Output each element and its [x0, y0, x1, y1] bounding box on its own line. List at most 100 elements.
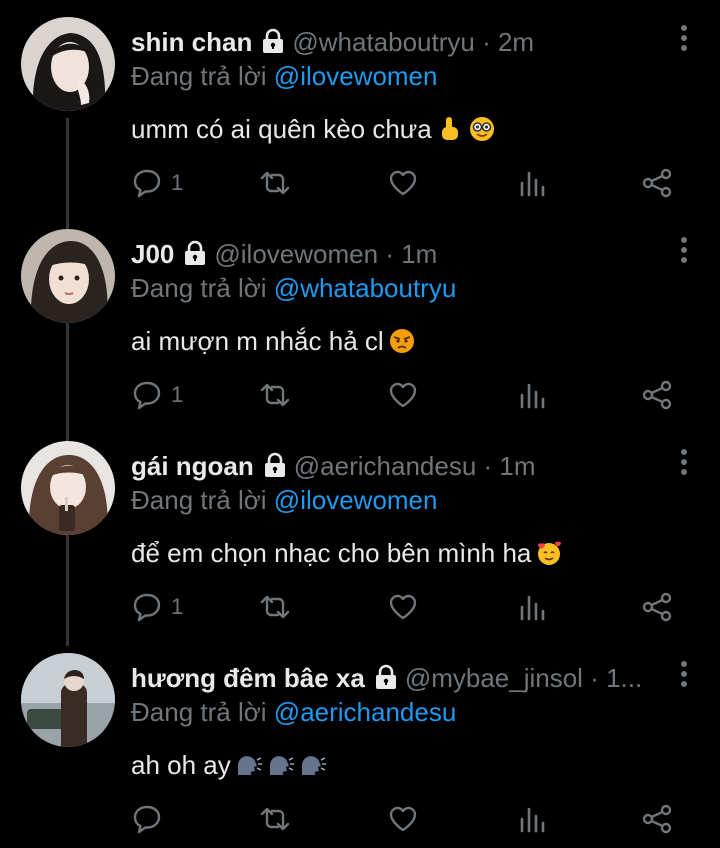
tweet-text: để em chọn nhạc cho bên mình ha — [131, 536, 563, 570]
tweet-actions: 1 — [131, 165, 691, 201]
like-button[interactable] — [387, 589, 419, 625]
views-button[interactable] — [517, 801, 547, 837]
more-options-icon[interactable] — [678, 658, 690, 692]
views-button[interactable] — [517, 165, 547, 201]
share-button[interactable] — [641, 589, 673, 625]
tweet-actions: 1 — [131, 377, 691, 413]
replying-to-mention[interactable]: @whataboutryu — [274, 273, 457, 303]
replying-to: Đang trả lời @ilovewomen — [131, 59, 437, 93]
replying-to: Đang trả lời @aerichandesu — [131, 695, 456, 729]
views-button[interactable] — [517, 589, 547, 625]
display-name[interactable]: hương đêm bâe xa — [131, 663, 365, 693]
reply-count: 1 — [171, 382, 184, 407]
user-handle[interactable]: @whataboutryu — [292, 27, 475, 57]
reply-count: 1 — [171, 170, 184, 195]
tweet-text: umm có ai quên kèo chưa — [131, 112, 496, 146]
timestamp: · 1m — [385, 239, 438, 269]
share-icon — [642, 804, 672, 834]
tweet-header: J00 @ilovewomen · 1m — [131, 236, 666, 272]
more-options-icon[interactable] — [678, 22, 690, 56]
lock-icon — [373, 663, 399, 696]
nerd-face-emoji — [468, 115, 496, 143]
reply-button[interactable] — [131, 801, 171, 837]
share-icon — [642, 592, 672, 622]
replying-to-mention[interactable]: @ilovewomen — [274, 61, 438, 91]
user-handle[interactable]: @ilovewomen — [214, 239, 378, 269]
retweet-button[interactable] — [258, 165, 292, 201]
tweet-2[interactable]: J00 @ilovewomen · 1m Đang trả lời @whatab… — [0, 212, 720, 424]
replying-to-label: Đang trả lời — [131, 273, 267, 303]
heart-icon — [389, 170, 417, 196]
retweet-icon — [260, 383, 290, 407]
like-button[interactable] — [387, 801, 419, 837]
views-button[interactable] — [517, 377, 547, 413]
display-name[interactable]: J00 — [131, 239, 174, 269]
tweet-body: ai mượn m nhắc hả cl — [131, 326, 384, 356]
like-button[interactable] — [387, 377, 419, 413]
share-button[interactable] — [641, 801, 673, 837]
share-button[interactable] — [641, 377, 673, 413]
retweet-icon — [260, 807, 290, 831]
replying-to-label: Đang trả lời — [131, 61, 267, 91]
share-button[interactable] — [641, 165, 673, 201]
retweet-button[interactable] — [258, 377, 292, 413]
like-button[interactable] — [387, 165, 419, 201]
replying-to-label: Đang trả lời — [131, 485, 267, 515]
timestamp: · 1m — [483, 451, 536, 481]
tweet-1[interactable]: shin chan @whataboutryu · 2m Đang trả lời… — [0, 0, 720, 212]
tweet-emojis — [384, 326, 416, 356]
timestamp: · 2m — [482, 27, 535, 57]
tweet-text: ai mượn m nhắc hả cl — [131, 324, 416, 358]
reply-icon — [133, 381, 161, 410]
tweet-3[interactable]: gái ngoan @aerichandesu · 1m Đang trả lời… — [0, 424, 720, 636]
speaking-head-emoji — [235, 751, 263, 779]
smiling-face-with-hearts-emoji — [535, 539, 563, 567]
display-name[interactable]: gái ngoan — [131, 451, 254, 481]
tweet-emojis — [531, 538, 563, 568]
reply-icon — [133, 593, 161, 622]
tweet-actions — [131, 801, 691, 837]
retweet-button[interactable] — [258, 801, 292, 837]
bar-chart-icon — [520, 171, 545, 197]
user-handle[interactable]: @aerichandesu — [294, 451, 477, 481]
retweet-icon — [260, 595, 290, 619]
tweet-actions: 1 — [131, 589, 691, 625]
replying-to-mention[interactable]: @aerichandesu — [274, 697, 457, 727]
reply-button[interactable]: 1 — [131, 165, 183, 201]
replying-to: Đang trả lời @whataboutryu — [131, 271, 456, 305]
bar-chart-icon — [520, 383, 545, 409]
tweet-text: ah oh ay — [131, 748, 327, 782]
avatar[interactable] — [21, 17, 115, 111]
more-options-icon[interactable] — [678, 234, 690, 268]
more-options-icon[interactable] — [678, 446, 690, 480]
reply-icon — [133, 169, 161, 198]
avatar[interactable] — [21, 229, 115, 323]
tweet-body: để em chọn nhạc cho bên mình ha — [131, 538, 532, 568]
heart-icon — [389, 382, 417, 408]
bar-chart-icon — [520, 595, 545, 621]
replying-to: Đang trả lời @ilovewomen — [131, 483, 437, 517]
tweet-body: umm có ai quên kèo chưa — [131, 114, 432, 144]
display-name[interactable]: shin chan — [131, 27, 252, 57]
pointing-up-emoji — [436, 115, 464, 143]
tweet-4[interactable]: hương đêm bâe xa @mybae_jinsol · 1... Đan… — [0, 636, 720, 848]
lock-icon — [262, 451, 288, 484]
heart-icon — [389, 594, 417, 620]
tweet-header: gái ngoan @aerichandesu · 1m — [131, 448, 666, 484]
share-icon — [642, 168, 672, 198]
tweet-emojis — [231, 750, 327, 780]
avatar[interactable] — [21, 441, 115, 535]
tweet-body: ah oh ay — [131, 750, 231, 780]
tweet-header: hương đêm bâe xa @mybae_jinsol · 1... — [131, 660, 666, 696]
user-handle[interactable]: @mybae_jinsol — [405, 663, 583, 693]
lock-icon — [182, 239, 208, 272]
retweet-icon — [260, 171, 290, 195]
replying-to-label: Đang trả lời — [131, 697, 267, 727]
tweet-header: shin chan @whataboutryu · 2m — [131, 24, 666, 60]
reply-button[interactable]: 1 — [131, 589, 183, 625]
retweet-button[interactable] — [258, 589, 292, 625]
reply-button[interactable]: 1 — [131, 377, 183, 413]
angry-face-emoji — [388, 327, 416, 355]
avatar[interactable] — [21, 653, 115, 747]
replying-to-mention[interactable]: @ilovewomen — [274, 485, 438, 515]
